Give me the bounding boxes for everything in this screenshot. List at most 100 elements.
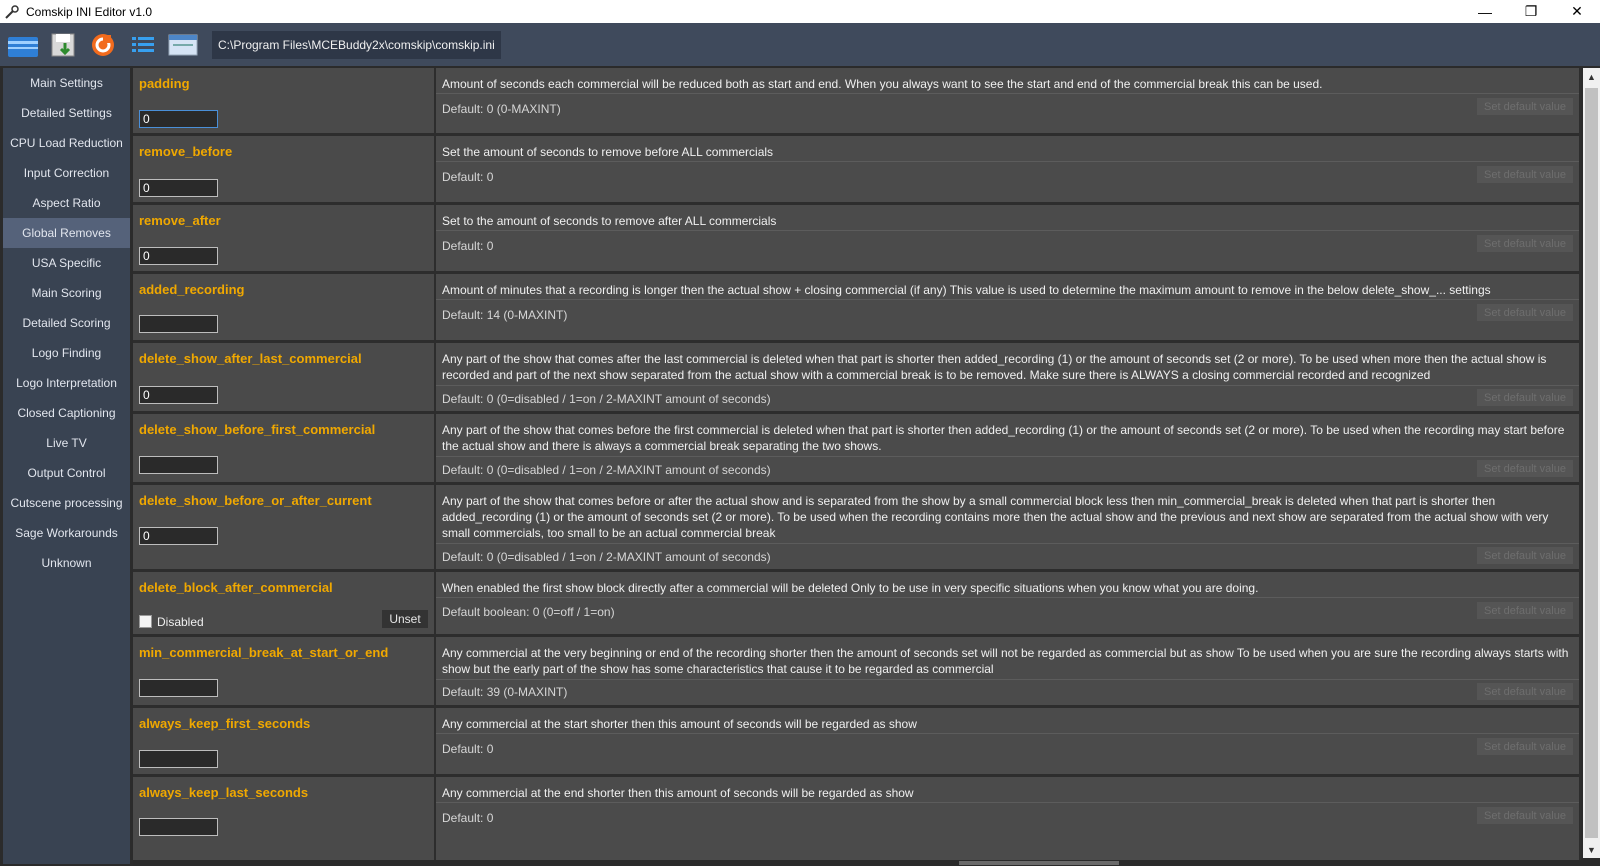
scroll-up-icon[interactable]: ▲ [1583,68,1600,85]
param-description: Set to the amount of seconds to remove a… [442,214,777,228]
set-default-button[interactable]: Set default value [1477,460,1573,477]
sidebar-item-detailed-scoring[interactable]: Detailed Scoring [3,308,130,338]
sidebar-item-sage-workarounds[interactable]: Sage Workarounds [3,518,130,548]
param-name: delete_show_before_first_commercial [139,422,376,437]
export-icon[interactable] [166,28,200,62]
scroll-thumb[interactable] [1585,88,1598,838]
param-description: Amount of seconds each commercial will b… [442,77,1323,91]
disabled-checkbox[interactable] [139,615,152,628]
wrench-icon [5,4,19,19]
open-icon[interactable] [6,28,40,62]
save-icon[interactable] [46,28,80,62]
param-name: delete_show_after_last_commercial [139,351,362,366]
param-default: Default: 39 (0-MAXINT) [442,685,568,699]
param-description: Any part of the show that comes before o… [442,494,1549,540]
settings-panel: padding Amount of seconds each commercia… [133,68,1581,860]
sidebar-item-main-settings[interactable]: Main Settings [3,68,130,98]
sidebar-item-main-scoring[interactable]: Main Scoring [3,278,130,308]
minimize-button[interactable]: — [1462,0,1508,23]
param-default: Default: 0 [442,811,494,825]
close-button[interactable]: ✕ [1554,0,1600,23]
param-value-input[interactable] [139,110,218,128]
sidebar-item-global-removes[interactable]: Global Removes [3,218,130,248]
set-default-button[interactable]: Set default value [1477,738,1573,755]
param-row: padding Amount of seconds each commercia… [133,68,1579,133]
vertical-scrollbar[interactable]: ▲ ▼ [1583,68,1600,858]
title-bar: Comskip INI Editor v1.0 — ❐ ✕ [0,0,1600,23]
param-default: Default: 0 [442,742,494,756]
divider [436,456,1579,457]
param-default: Default: 14 (0-MAXINT) [442,308,568,322]
param-row: remove_after Set to the amount of second… [133,205,1579,271]
param-value-input[interactable] [139,386,218,404]
set-default-button[interactable]: Set default value [1477,683,1573,700]
param-name: always_keep_last_seconds [139,785,309,800]
param-description: Any commercial at the end shorter then t… [442,786,914,800]
sidebar-item-cpu-load-reduction[interactable]: CPU Load Reduction [3,128,130,158]
param-value-input[interactable] [139,179,218,197]
param-value-input[interactable] [139,456,218,474]
toolbar: C:\Program Files\MCEBuddy2x\comskip\coms… [0,23,1600,66]
param-default: Default: 0 [442,170,494,184]
param-row: min_commercial_break_at_start_or_end Any… [133,637,1579,705]
param-row: delete_show_after_last_commercial Any pa… [133,343,1579,411]
set-default-button[interactable]: Set default value [1477,166,1573,183]
divider [436,161,1579,162]
param-row: always_keep_last_seconds Any commercial … [133,777,1579,860]
sidebar-item-usa-specific[interactable]: USA Specific [3,248,130,278]
param-value-input[interactable] [139,679,218,697]
param-description: Any commercial at the start shorter then… [442,717,917,731]
set-default-button[interactable]: Set default value [1477,98,1573,115]
sidebar-item-aspect-ratio[interactable]: Aspect Ratio [3,188,130,218]
scroll-corner [1581,858,1600,866]
set-default-button[interactable]: Set default value [1477,304,1573,321]
horizontal-scrollbar[interactable] [133,860,1581,866]
reload-icon[interactable] [86,28,120,62]
sidebar-item-unknown[interactable]: Unknown [3,548,130,578]
param-name: remove_after [139,213,221,228]
set-default-button[interactable]: Set default value [1477,602,1573,619]
param-value-input[interactable] [139,527,218,545]
param-name: always_keep_first_seconds [139,716,311,731]
param-row: delete_show_before_first_commercial Any … [133,414,1579,482]
param-name: padding [139,76,190,91]
param-description: When enabled the first show block direct… [442,581,1259,595]
set-default-button[interactable]: Set default value [1477,807,1573,824]
param-default: Default boolean: 0 (0=off / 1=on) [442,605,615,619]
param-default: Default: 0 [442,239,494,253]
divider [436,733,1579,734]
list-icon[interactable] [126,28,160,62]
divider [436,93,1579,94]
set-default-button[interactable]: Set default value [1477,547,1573,564]
sidebar-item-logo-interpretation[interactable]: Logo Interpretation [3,368,130,398]
sidebar-item-live-tv[interactable]: Live TV [3,428,130,458]
param-value-input[interactable] [139,750,218,768]
param-description: Amount of minutes that a recording is lo… [442,283,1491,297]
sidebar-item-detailed-settings[interactable]: Detailed Settings [3,98,130,128]
param-value-input[interactable] [139,247,218,265]
param-value-input[interactable] [139,315,218,333]
ini-path-field[interactable]: C:\Program Files\MCEBuddy2x\comskip\coms… [212,30,501,59]
set-default-button[interactable]: Set default value [1477,389,1573,406]
param-row: delete_block_after_commercial Disabled U… [133,572,1579,634]
unset-button[interactable]: Unset [382,610,428,628]
divider [436,597,1579,598]
window-title: Comskip INI Editor v1.0 [26,4,153,19]
param-name: min_commercial_break_at_start_or_end [139,645,389,660]
sidebar-item-cutscene-processing[interactable]: Cutscene processing [3,488,130,518]
sidebar-item-logo-finding[interactable]: Logo Finding [3,338,130,368]
sidebar: Main Settings Detailed Settings CPU Load… [3,68,130,864]
restore-button[interactable]: ❐ [1508,0,1554,23]
param-row: added_recording Amount of minutes that a… [133,274,1579,340]
param-value-input[interactable] [139,818,218,836]
scroll-down-icon[interactable]: ▼ [1583,841,1600,858]
param-row: delete_show_before_or_after_current Any … [133,485,1579,569]
sidebar-item-output-control[interactable]: Output Control [3,458,130,488]
param-name: delete_show_before_or_after_current [139,493,372,508]
sidebar-item-closed-captioning[interactable]: Closed Captioning [3,398,130,428]
divider [436,679,1579,680]
checkbox-label: Disabled [157,615,204,629]
set-default-button[interactable]: Set default value [1477,235,1573,252]
sidebar-item-input-correction[interactable]: Input Correction [3,158,130,188]
horizontal-scroll-thumb[interactable] [959,861,1119,865]
